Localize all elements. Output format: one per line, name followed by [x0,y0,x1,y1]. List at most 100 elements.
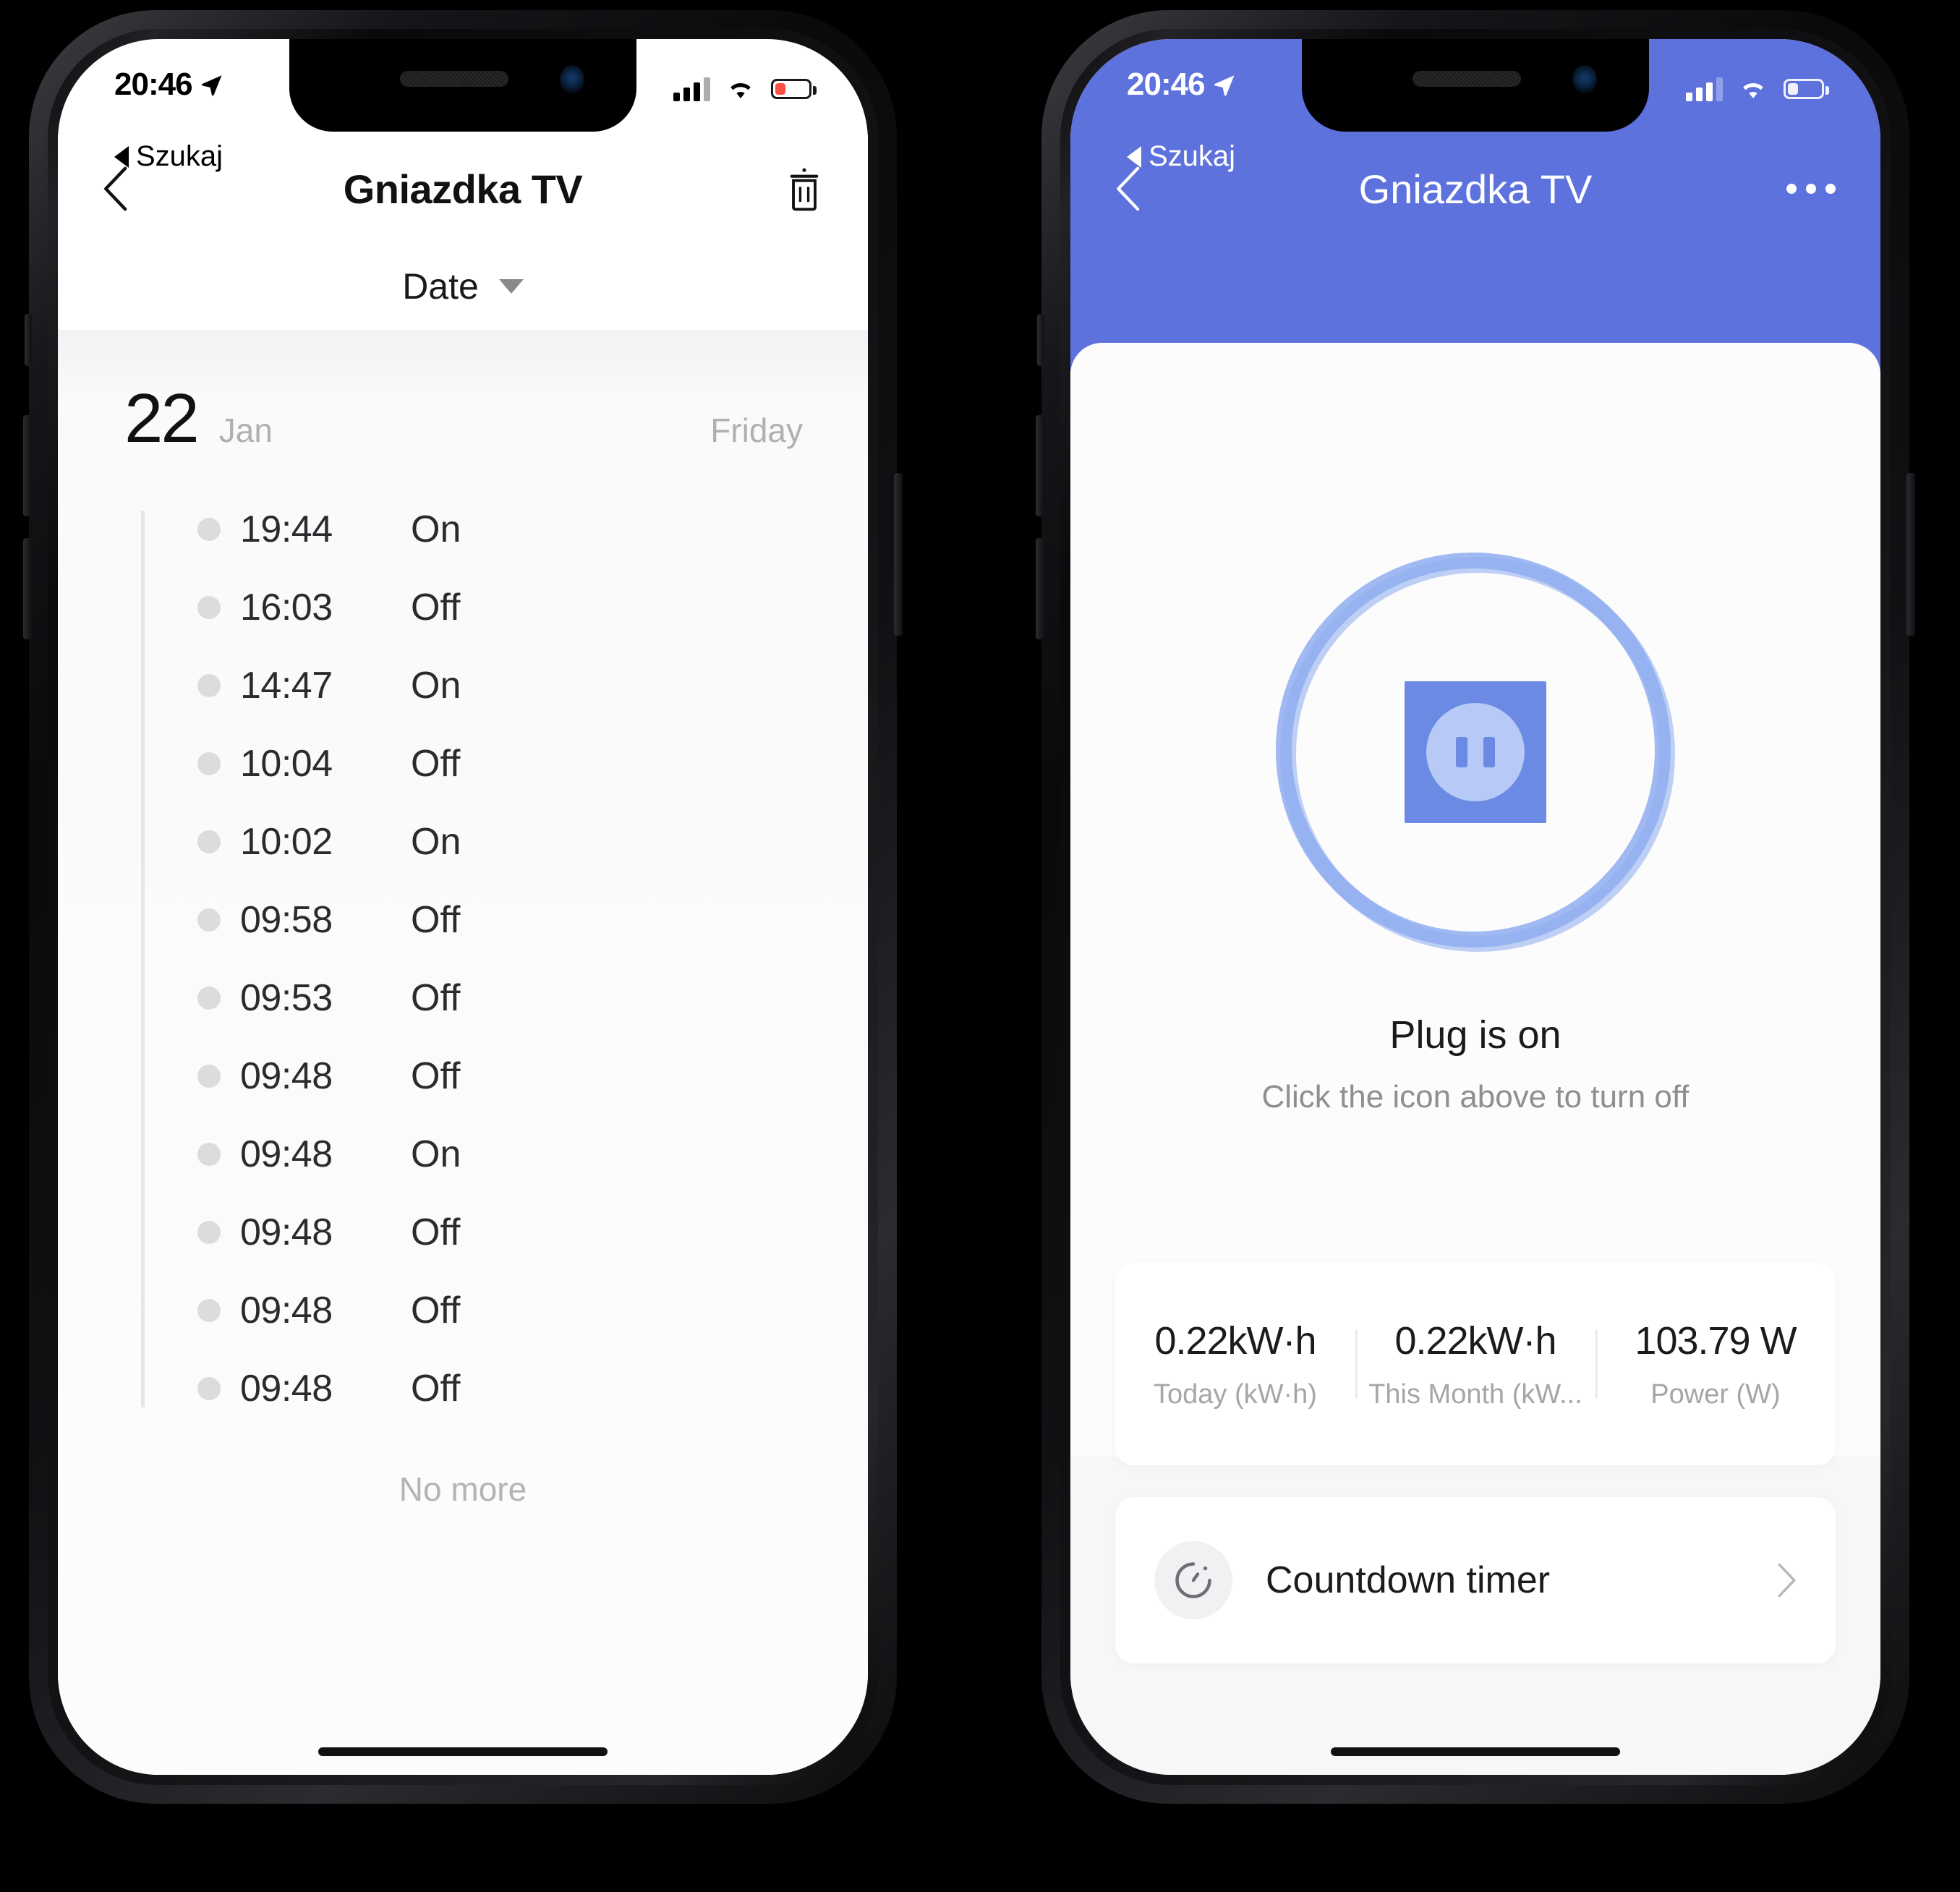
status-bar: 20:46 [58,39,868,135]
event-timeline: 19:44 On 16:03 Off 14:47 On 10:04 Off 10:02 On 09:… [58,490,868,1428]
timeline-event-row: 09:48 Off [124,1037,868,1115]
timeline-event-row: 19:44 On [124,490,868,568]
countdown-timer-label: Countdown timer [1266,1559,1551,1601]
cellular-signal-icon [673,77,710,101]
timeline-event-row: 09:48 Off [124,1271,868,1350]
timeline-dot [197,830,221,854]
wifi-icon [1743,83,1763,98]
volume-down-button[interactable] [23,538,32,639]
energy-stat: 0.22kW·h This Month (kW... [1355,1318,1595,1410]
plug-hint-label: Click the icon above to turn off [1261,1079,1690,1115]
timeline-dot [197,518,221,542]
timeline-event-row: 09:48 Off [124,1193,868,1271]
energy-stats-card: 0.22kW·h Today (kW·h) 0.22kW·h This Month (… [1115,1263,1836,1465]
timer-icon [1154,1541,1232,1619]
energy-stat: 103.79 W Power (W) [1595,1318,1836,1410]
screenshot-stage: 20:46 Szukaj Gniazdka TV Date 22 Jan Fri… [0,0,1960,1892]
day-header: 22 Jan Friday [58,330,868,457]
event-state: On [411,1133,461,1176]
event-state: Off [411,1211,461,1254]
timeline-dot [197,596,221,620]
mute-switch[interactable] [1037,314,1044,366]
event-state: Off [411,587,461,629]
event-state: Off [411,899,461,942]
event-time: 16:03 [240,587,333,629]
event-state: Off [411,1290,461,1332]
timeline-event-row: 09:58 Off [124,881,868,959]
day-number: 22 [124,380,200,457]
countdown-timer-row[interactable]: Countdown timer [1115,1497,1836,1663]
timeline-dot [197,1065,221,1088]
back-to-app-link[interactable]: Szukaj [114,140,223,173]
wifi-icon [730,83,751,98]
history-list[interactable]: 22 Jan Friday 19:44 On 16:03 Off 14:47 On 10:0… [58,330,868,1775]
back-to-app-label: Szukaj [136,140,223,172]
timeline-dot [197,674,221,698]
status-icons [1686,67,1829,101]
timeline-dot [197,1221,221,1245]
date-filter-label: Date [402,266,479,307]
no-more-label: No more [399,1470,527,1509]
timeline-event-row: 09:48 Off [124,1350,868,1428]
status-time: 20:46 [1127,67,1206,102]
event-time: 09:48 [240,1133,333,1176]
mute-switch[interactable] [25,314,32,366]
socket-face [1426,703,1525,801]
day-weekday: Friday [710,412,803,450]
left-phone-screen: 20:46 Szukaj Gniazdka TV Date 22 Jan Fri… [58,39,868,1775]
event-time: 09:48 [240,1211,333,1254]
battery-icon [1784,79,1829,99]
timeline-dot [197,987,221,1010]
chevron-down-icon [498,279,524,294]
event-time: 09:58 [240,899,333,942]
back-triangle-icon [114,145,129,168]
chevron-right-icon [1778,1563,1796,1598]
cellular-signal-icon [1686,77,1723,101]
timeline-dot [197,1299,221,1323]
status-bar: 20:46 [1070,39,1880,135]
volume-up-button[interactable] [1036,415,1044,516]
volume-up-button[interactable] [23,415,32,516]
event-time: 10:04 [240,743,333,785]
home-indicator[interactable] [1331,1747,1620,1756]
plug-toggle-area[interactable]: Plug is on Click the icon above to turn … [1070,343,1880,1115]
event-state: Off [411,743,461,785]
event-time: 14:47 [240,665,333,707]
event-time: 09:53 [240,977,333,1020]
volume-down-button[interactable] [1036,538,1044,639]
energy-stat-label: Today (kW·h) [1154,1378,1317,1410]
event-time: 10:02 [240,821,333,864]
right-phone-bezel: 20:46 Szukaj Gniazdka TV Plug is on Clic… [1060,29,1891,1785]
event-state: On [411,821,461,864]
power-socket-icon[interactable] [1276,553,1675,952]
event-state: Off [411,977,461,1020]
event-state: Off [411,1055,461,1098]
energy-stat-value: 0.22kW·h [1394,1318,1556,1363]
status-time-group: 20:46 [1127,67,1237,103]
power-button[interactable] [1906,473,1915,636]
event-state: On [411,665,461,707]
energy-stat: 0.22kW·h Today (kW·h) [1115,1318,1355,1410]
timeline-event-row: 10:04 Off [124,725,868,803]
event-state: On [411,508,461,551]
energy-stat-label: This Month (kW... [1368,1378,1582,1410]
right-phone-screen: 20:46 Szukaj Gniazdka TV Plug is on Clic… [1070,39,1880,1775]
home-indicator[interactable] [318,1747,608,1756]
energy-stat-value: 103.79 W [1635,1318,1797,1363]
timeline-dot [197,1143,221,1167]
left-phone-device: 20:46 Szukaj Gniazdka TV Date 22 Jan Fri… [23,10,903,1804]
timeline-event-row: 09:48 On [124,1115,868,1193]
event-state: Off [411,1368,461,1410]
content-sheet: Plug is on Click the icon above to turn … [1070,343,1880,1775]
timeline-event-row: 16:03 Off [124,568,868,647]
energy-stat-value: 0.22kW·h [1154,1318,1316,1363]
back-to-app-link[interactable]: Szukaj [1127,140,1235,173]
date-filter-dropdown[interactable]: Date [58,243,868,330]
location-arrow-icon [1214,75,1235,96]
timeline-dot [197,1377,221,1401]
power-button[interactable] [894,473,903,636]
status-icons [673,67,817,101]
status-time: 20:46 [114,67,193,102]
back-to-app-label: Szukaj [1149,140,1236,172]
event-time: 19:44 [240,508,333,551]
